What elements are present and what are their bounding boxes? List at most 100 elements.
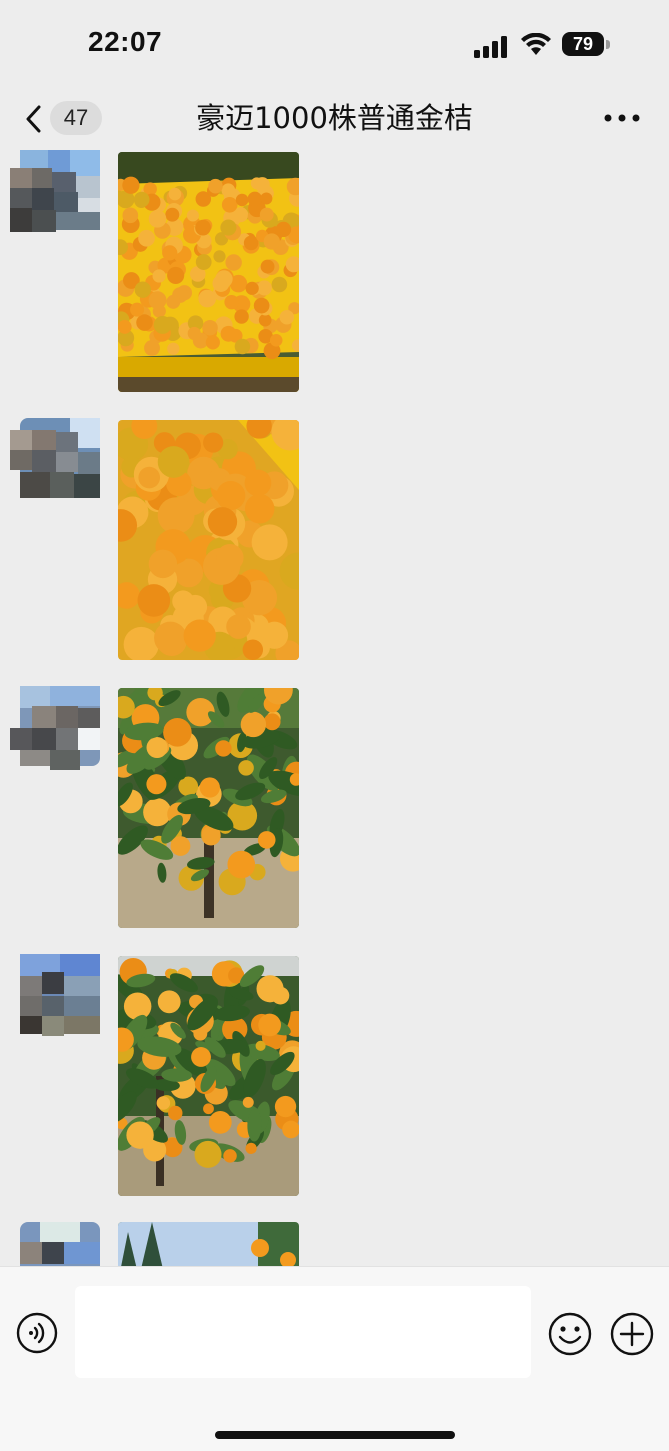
avatar[interactable] (10, 1222, 100, 1266)
photo-fruit (148, 291, 167, 310)
photo-fruit (251, 524, 288, 561)
photo-fruit (134, 281, 151, 298)
photo-fruit (234, 309, 249, 324)
plus-icon[interactable] (610, 1312, 654, 1356)
photo-fruit (271, 986, 290, 1005)
chat-title: 豪迈1000株普通金桔 (196, 101, 473, 135)
photo-fruit (255, 1040, 266, 1051)
photo-fruit (157, 497, 195, 535)
photo-fruit (260, 259, 275, 274)
photo-fruit (195, 254, 212, 270)
photo-fruit (183, 594, 208, 619)
photo-fruit (170, 836, 191, 856)
photo-fruit (126, 1121, 154, 1149)
photo-fruit (213, 250, 226, 263)
photo-fruit (215, 740, 232, 757)
message-photo[interactable] (118, 956, 299, 1196)
chevron-left-icon[interactable] (24, 104, 42, 134)
photo-fruit (154, 621, 187, 655)
photo-fruit (203, 1103, 214, 1115)
photo-fruit (152, 269, 166, 283)
photo-fruit (226, 614, 251, 639)
photo-fruit (221, 183, 236, 198)
photo-fruit (257, 831, 276, 849)
photo-fruit (194, 1140, 222, 1168)
photo-fruit (245, 1142, 257, 1154)
photo-fruit (275, 221, 292, 238)
message-photo[interactable] (118, 152, 299, 392)
photo-fruit (253, 297, 270, 314)
photo-fruit (227, 850, 256, 879)
avatar[interactable] (10, 954, 100, 1038)
photo-fruit (243, 235, 259, 251)
photo-fruit (156, 1096, 171, 1110)
status-time: 22:07 (88, 26, 163, 57)
photo-fruit (143, 798, 172, 827)
photo-fruit (148, 210, 167, 228)
photo-fruit (167, 342, 180, 355)
avatar[interactable] (10, 686, 100, 770)
photo-fruit (123, 992, 152, 1021)
photo-fruit (118, 319, 132, 334)
photo-fruit (212, 274, 230, 292)
photo-fruit (191, 1047, 211, 1067)
photo-fruit (245, 281, 259, 295)
photo-fruit (167, 266, 185, 284)
photo-fruit (186, 209, 199, 222)
battery-icon: 79 (562, 32, 612, 58)
status-bar: 22:07 79 (0, 0, 669, 90)
photo-fruit (162, 245, 178, 261)
photo-fruit (148, 549, 178, 579)
photo-fruit (279, 309, 295, 325)
message-list[interactable] (0, 146, 669, 1266)
photo-fruit (163, 718, 192, 747)
photo-fruit (271, 276, 288, 293)
photo-fruit (187, 326, 201, 341)
photo-fruit (133, 191, 150, 208)
photo-fruit (207, 507, 238, 537)
photo-fruit (234, 338, 251, 355)
voice-icon[interactable] (16, 1312, 58, 1354)
photo-fruit (220, 219, 237, 236)
message-photo[interactable] (118, 688, 299, 928)
wifi-icon (521, 33, 551, 55)
photo-fruit (208, 1111, 232, 1134)
photo-fruit (240, 711, 267, 738)
emoji-icon[interactable] (548, 1312, 592, 1356)
photo-fruit (216, 481, 246, 511)
photo-fruit (244, 493, 275, 524)
photo-fruit (220, 325, 237, 342)
photo-fruit (122, 207, 139, 224)
photo-fruit (235, 193, 249, 207)
photo-fruit (223, 1149, 237, 1163)
photo-fruit (136, 314, 153, 331)
photo-fruit (166, 294, 181, 309)
photo-fruit (258, 313, 272, 327)
battery-cap (606, 40, 610, 49)
photo-fruit (247, 191, 263, 207)
photo-fruit (146, 737, 168, 759)
more-dots-icon[interactable] (602, 110, 642, 126)
photo-fruit (203, 432, 224, 453)
photo-fruit (238, 760, 254, 776)
message-photo[interactable] (118, 420, 299, 660)
photo-fruit (244, 469, 272, 497)
photo-fruit (216, 543, 244, 572)
photo-fruit (260, 192, 273, 205)
avatar[interactable] (10, 150, 100, 234)
home-indicator[interactable] (215, 1431, 455, 1439)
photo-fruit (224, 295, 239, 310)
message-input[interactable] (75, 1286, 531, 1378)
photo-fruit (138, 466, 161, 489)
photo-fruit (137, 584, 171, 617)
photo-fruit (225, 254, 242, 271)
avatar[interactable] (10, 418, 100, 502)
photo-fruit (198, 289, 217, 308)
photo-fruit (138, 229, 155, 247)
message-photo[interactable] (118, 1222, 299, 1266)
photo-fruit (242, 639, 264, 660)
photo-fruit (269, 334, 283, 347)
unread-count-badge[interactable]: 47 (50, 101, 102, 135)
photo-fruit (144, 340, 160, 356)
battery-level: 79 (562, 32, 604, 56)
